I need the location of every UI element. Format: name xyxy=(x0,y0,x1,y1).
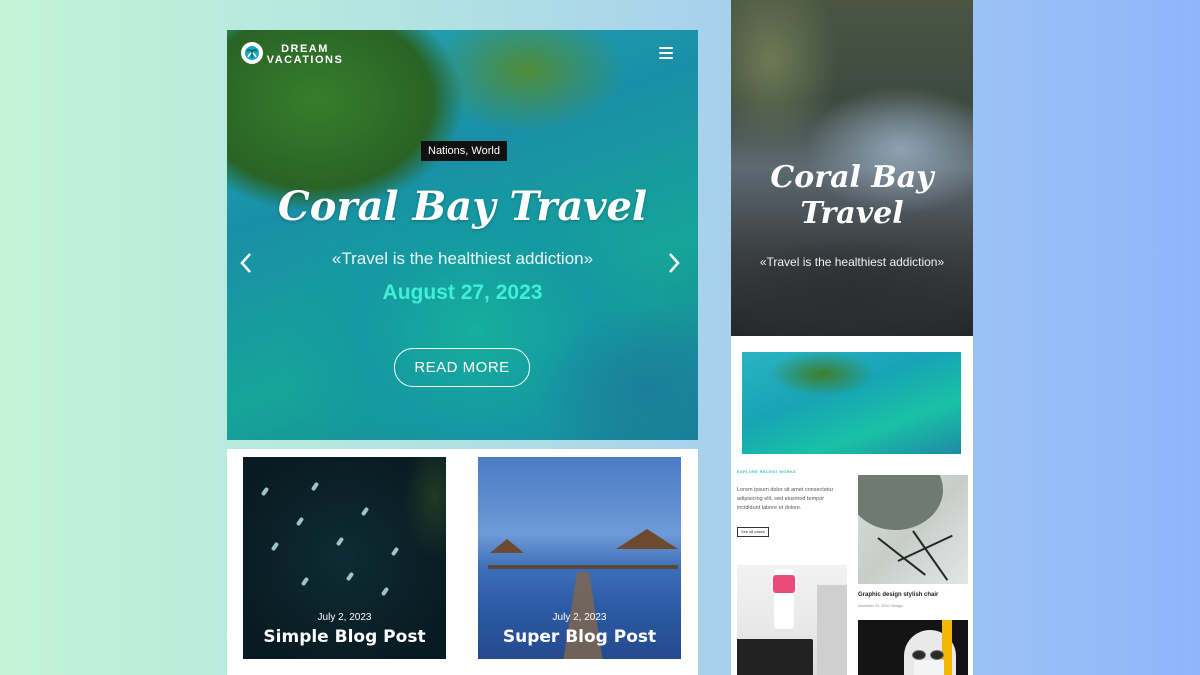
hero-quote: «Travel is the healthiest addiction» xyxy=(331,249,594,268)
hero-title: Coral Bay Travel xyxy=(277,183,648,230)
screen-shape xyxy=(817,585,847,675)
hero-date: August 27, 2023 xyxy=(382,281,543,304)
mobile-hero: Coral Bay Travel «Travel is the healthie… xyxy=(731,0,973,336)
chair-leg-shape xyxy=(877,537,926,576)
monitor-shape xyxy=(737,639,813,675)
logo-line-2: VACATIONS xyxy=(266,54,344,66)
work-meta: November 29, 2024 / Design xyxy=(858,604,903,608)
read-more-button[interactable]: READ MORE xyxy=(394,348,530,387)
chevron-left-graphic xyxy=(240,253,251,273)
blog-posts-section: July 2, 2023 Simple Blog Post July 2, 20… xyxy=(227,449,698,675)
post-title[interactable]: Simple Blog Post xyxy=(243,627,446,647)
hut-shape xyxy=(490,539,524,553)
mobile-hero-title: Coral Bay Travel xyxy=(770,160,934,231)
boat-shape xyxy=(380,586,390,597)
boat-shape xyxy=(260,486,270,497)
menu-bar xyxy=(659,47,673,49)
post-date: July 2, 2023 xyxy=(317,612,372,623)
menu-bar xyxy=(659,52,673,54)
site-logo-text[interactable]: DREAM VACATIONS xyxy=(265,44,345,66)
mobile-content: EXPLORE RECENT WORKS Lorem ipsum dolor s… xyxy=(731,336,973,675)
blog-post-card[interactable]: July 2, 2023 Super Blog Post xyxy=(478,457,681,659)
hut-shape xyxy=(616,529,678,549)
fashion-work-image[interactable] xyxy=(737,565,847,675)
post-date: July 2, 2023 xyxy=(552,612,607,623)
post-title[interactable]: Super Blog Post xyxy=(478,627,681,647)
section-label: EXPLORE RECENT WORKS xyxy=(737,469,797,474)
menu-bar xyxy=(659,57,673,59)
hero-slider: DREAM VACATIONS Nations, World Coral Bay… xyxy=(227,30,698,440)
boat-shape xyxy=(310,481,320,492)
work-title[interactable]: Graphic design stylish chair xyxy=(858,592,938,598)
logo-graphic xyxy=(245,46,259,60)
see-all-cases-button[interactable]: See all cases xyxy=(737,527,769,537)
section-body-text: Lorem ipsum dolor sit amet consectetur a… xyxy=(737,487,834,511)
boat-shape xyxy=(390,546,400,557)
boat-shape xyxy=(270,541,280,552)
plinth-shape xyxy=(914,660,944,675)
boat-shape xyxy=(300,576,310,587)
chevron-right-icon[interactable] xyxy=(667,250,681,280)
chair-work-image[interactable] xyxy=(858,475,968,584)
chair-leg-shape xyxy=(897,534,953,562)
hamburger-menu-icon[interactable] xyxy=(659,47,673,59)
chair-seat-shape xyxy=(858,475,943,530)
sunglasses-work-image[interactable] xyxy=(858,620,968,675)
chevron-left-icon[interactable] xyxy=(239,250,253,280)
mobile-hero-quote: «Travel is the healthiest addiction» xyxy=(759,255,945,269)
shirt-shape xyxy=(773,575,795,593)
boat-shape xyxy=(345,571,355,582)
globe-palm-icon[interactable] xyxy=(241,42,263,64)
category-badge[interactable]: Nations, World xyxy=(421,141,507,161)
mobile-banner-image xyxy=(742,352,961,454)
chevron-right-graphic xyxy=(669,253,680,273)
sunglasses-icon xyxy=(912,650,946,660)
boat-shape xyxy=(335,536,345,547)
pier-shape xyxy=(488,565,678,569)
boat-shape xyxy=(360,506,370,517)
boat-shape xyxy=(295,516,305,527)
blog-post-card[interactable]: July 2, 2023 Simple Blog Post xyxy=(243,457,446,659)
